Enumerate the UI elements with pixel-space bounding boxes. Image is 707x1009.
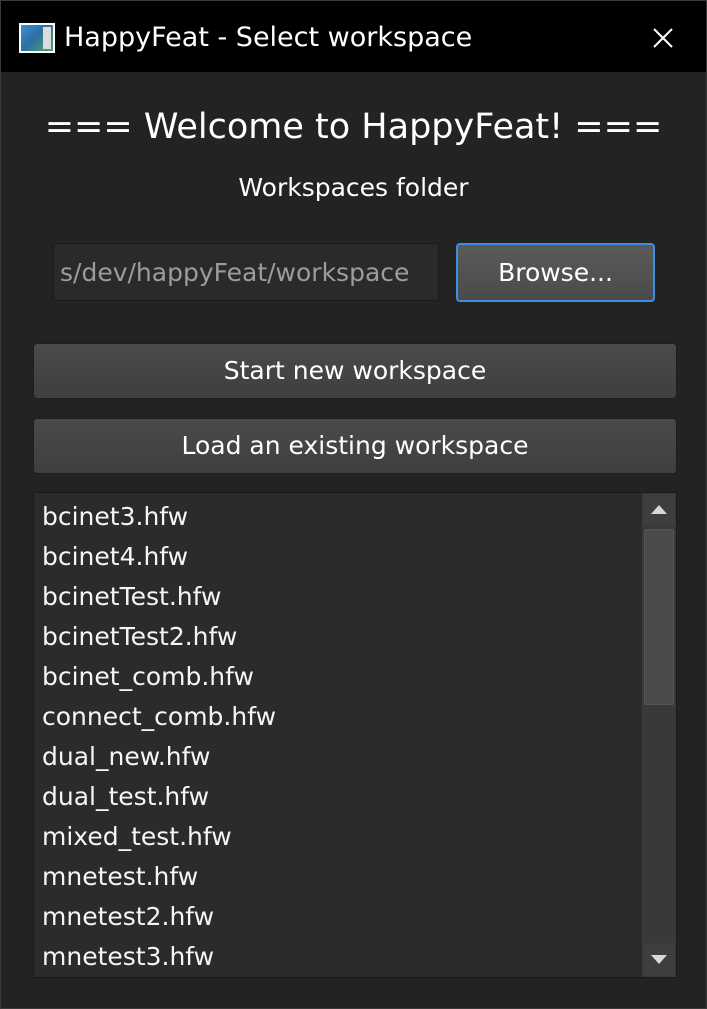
list-item[interactable]: bcinet_comb.hfw — [34, 657, 639, 697]
list-item[interactable]: mnetest2.hfw — [34, 897, 639, 937]
workspaces-folder-path-field[interactable] — [53, 243, 439, 301]
vertical-scrollbar[interactable] — [642, 493, 676, 977]
list-item[interactable]: connect_comb.hfw — [34, 697, 639, 737]
happyfeat-app-icon — [19, 23, 55, 53]
list-item[interactable]: bcinet3.hfw — [34, 497, 639, 537]
browse-button[interactable]: Browse... — [456, 243, 655, 302]
scroll-up-button[interactable] — [643, 495, 675, 525]
window-title: HappyFeat - Select workspace — [64, 22, 473, 53]
list-item[interactable]: mnetest3.hfw — [34, 937, 639, 977]
list-item[interactable]: bcinetTest.hfw — [34, 577, 639, 617]
scroll-thumb[interactable] — [644, 529, 674, 705]
welcome-heading: === Welcome to HappyFeat! === — [44, 107, 663, 147]
list-item[interactable]: mixed_test.hfw — [34, 817, 639, 857]
start-new-workspace-button[interactable]: Start new workspace — [33, 343, 677, 399]
list-item[interactable]: dual_test.hfw — [34, 777, 639, 817]
close-icon — [653, 28, 673, 48]
list-item[interactable]: bcinetTest2.hfw — [34, 617, 639, 657]
close-button[interactable] — [637, 15, 689, 61]
list-item[interactable]: mnetest.hfw — [34, 857, 639, 897]
list-item[interactable]: bcinet4.hfw — [34, 537, 639, 577]
workspace-list[interactable]: bcinet3.hfw bcinet4.hfw bcinetTest.hfw b… — [33, 492, 677, 978]
arrow-up-icon — [651, 505, 667, 514]
select-workspace-window: HappyFeat - Select workspace === Welcome… — [0, 0, 707, 1009]
scroll-down-button[interactable] — [643, 945, 675, 975]
title-bar[interactable]: HappyFeat - Select workspace — [1, 1, 706, 72]
workspace-list-items: bcinet3.hfw bcinet4.hfw bcinetTest.hfw b… — [34, 497, 639, 977]
arrow-down-icon — [651, 955, 667, 964]
workspaces-folder-label: Workspaces folder — [238, 173, 469, 202]
load-existing-workspace-button[interactable]: Load an existing workspace — [33, 418, 677, 474]
list-item[interactable]: dual_new.hfw — [34, 737, 639, 777]
